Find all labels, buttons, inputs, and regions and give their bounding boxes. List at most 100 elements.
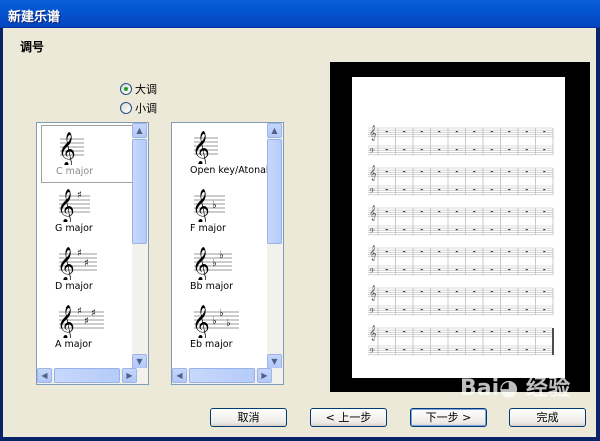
key-item[interactable]: 𝄞 ♯ ♯ ♯ A major [41, 299, 135, 357]
title-bar: 新建乐谱 [0, 0, 600, 28]
whole-rest [455, 171, 458, 173]
scroll-left-icon[interactable]: ◀ [37, 368, 52, 383]
whole-rest [525, 131, 528, 133]
whole-rest [525, 149, 528, 151]
whole-rest [490, 211, 493, 213]
key-label: G major [55, 223, 93, 234]
whole-rest [525, 291, 528, 293]
key-label: A major [55, 339, 92, 350]
flat-keys-list[interactable]: 𝄞 Open key/Atonal 𝄞 ♭ F major 𝄞 ♭ ♭ Bb majo… [171, 122, 284, 385]
key-label: F major [190, 223, 226, 234]
radio-label: 小调 [135, 102, 157, 115]
whole-rest [508, 131, 511, 133]
svg-text:♯: ♯ [77, 248, 82, 259]
finish-button[interactable]: 完成 [509, 408, 586, 427]
scroll-thumb[interactable] [189, 368, 255, 383]
whole-rest [438, 309, 441, 311]
treble-clef-icon: 𝄞 ♭ ♭ [188, 244, 248, 283]
scroll-up-icon[interactable]: ▲ [267, 123, 282, 138]
back-button[interactable]: < 上一步 [310, 408, 387, 427]
whole-rest [490, 229, 493, 231]
whole-rest [385, 229, 388, 231]
key-label: C major [56, 166, 94, 177]
treble-clef-icon: 𝄞 [369, 166, 377, 181]
whole-rest [420, 229, 423, 231]
radio-icon [120, 102, 132, 114]
whole-rest [525, 331, 528, 333]
key-item[interactable]: 𝄞 ♭ ♭ Bb major [176, 241, 270, 299]
key-label: Eb major [190, 339, 233, 350]
whole-rest [385, 171, 388, 173]
whole-rest [490, 171, 493, 173]
whole-rest [385, 131, 388, 133]
whole-rest [420, 331, 423, 333]
whole-rest [403, 229, 406, 231]
sharp-keys-list[interactable]: 𝄞 C major 𝄞 ♯ G major 𝄞 ♯ ♯ D major 𝄞 ♯ ♯ ♯ A … [36, 122, 149, 385]
whole-rest [455, 309, 458, 311]
whole-rest [508, 269, 511, 271]
treble-clef-icon: 𝄞 [369, 126, 377, 141]
whole-rest [438, 349, 441, 351]
svg-text:𝄞: 𝄞 [57, 189, 75, 222]
svg-text:♭: ♭ [219, 308, 224, 319]
bass-clef-icon: 𝄢 [369, 187, 375, 198]
whole-rest [420, 309, 423, 311]
key-item[interactable]: 𝄞 C major [41, 125, 135, 183]
whole-rest [508, 309, 511, 311]
whole-rest [473, 331, 476, 333]
key-item[interactable]: 𝄞 ♭ F major [176, 183, 270, 241]
scroll-thumb[interactable] [267, 139, 282, 244]
scroll-down-icon[interactable]: ▼ [267, 354, 282, 369]
whole-rest [543, 171, 546, 173]
svg-text:♯: ♯ [84, 258, 89, 269]
scroll-thumb[interactable] [132, 139, 147, 244]
score-system: 𝄞𝄢 [368, 246, 554, 278]
whole-rest [455, 189, 458, 191]
whole-rest [455, 349, 458, 351]
radio-major[interactable]: 大调 [120, 81, 157, 97]
key-item[interactable]: 𝄞 ♭ ♭ ♭ Eb major [176, 299, 270, 357]
radio-label: 大调 [135, 83, 157, 96]
scroll-left-icon[interactable]: ◀ [172, 368, 187, 383]
whole-rest [490, 309, 493, 311]
whole-rest [525, 349, 528, 351]
whole-rest [508, 229, 511, 231]
radio-icon [120, 83, 132, 95]
whole-rest [490, 331, 493, 333]
scroll-right-icon[interactable]: ▶ [257, 368, 272, 383]
svg-text:♯: ♯ [91, 308, 96, 319]
treble-clef-icon: 𝄞 ♯ [53, 186, 113, 225]
whole-rest [403, 291, 406, 293]
key-item[interactable]: 𝄞 ♯ G major [41, 183, 135, 241]
whole-rest [403, 269, 406, 271]
horizontal-scrollbar[interactable]: ◀ ▶ [37, 368, 148, 384]
key-label: Open key/Atonal [190, 165, 269, 176]
whole-rest [403, 251, 406, 253]
vertical-scrollbar[interactable]: ▲ ▼ [132, 123, 148, 369]
whole-rest [420, 149, 423, 151]
whole-rest [438, 331, 441, 333]
whole-rest [385, 331, 388, 333]
scroll-down-icon[interactable]: ▼ [132, 354, 147, 369]
radio-minor[interactable]: 小调 [120, 100, 157, 116]
whole-rest [490, 349, 493, 351]
whole-rest [385, 149, 388, 151]
scroll-right-icon[interactable]: ▶ [122, 368, 137, 383]
whole-rest [543, 149, 546, 151]
scroll-thumb[interactable] [54, 368, 120, 383]
treble-clef-icon: 𝄞 [369, 326, 377, 341]
whole-rest [543, 251, 546, 253]
cancel-button[interactable]: 取消 [210, 408, 287, 427]
whole-rest [455, 291, 458, 293]
key-item[interactable]: 𝄞 ♯ ♯ D major [41, 241, 135, 299]
whole-rest [403, 149, 406, 151]
key-item[interactable]: 𝄞 Open key/Atonal [176, 125, 270, 183]
section-title: 调号 [20, 40, 45, 54]
whole-rest [508, 349, 511, 351]
horizontal-scrollbar[interactable]: ◀ ▶ [172, 368, 283, 384]
treble-clef-icon: 𝄞 [54, 129, 114, 168]
scroll-up-icon[interactable]: ▲ [132, 123, 147, 138]
vertical-scrollbar[interactable]: ▲ ▼ [267, 123, 283, 369]
whole-rest [438, 229, 441, 231]
next-button[interactable]: 下一步 > [410, 408, 487, 427]
